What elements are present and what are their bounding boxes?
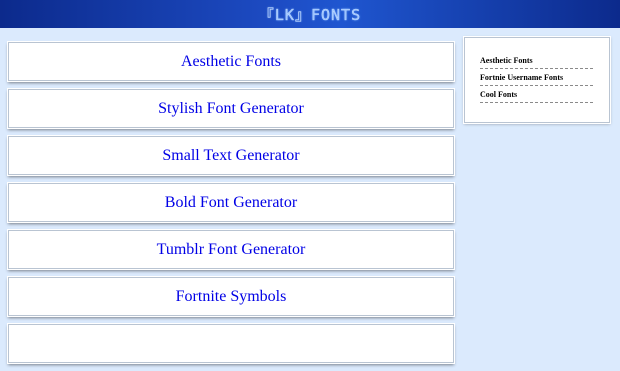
sidebar-links: Aesthetic Fonts Fortnie Username Fonts C… (464, 37, 610, 123)
sidebar-link-cool-fonts[interactable]: Cool Fonts (480, 86, 593, 103)
card-label[interactable]: Aesthetic Fonts (181, 53, 281, 71)
card-tumblr-font-generator[interactable]: Tumblr Font Generator (8, 230, 454, 269)
card-partial[interactable] (8, 324, 454, 363)
font-generator-list: Aesthetic Fonts Stylish Font Generator S… (8, 42, 454, 371)
card-fortnite-symbols[interactable]: Fortnite Symbols (8, 277, 454, 316)
card-aesthetic-fonts[interactable]: Aesthetic Fonts (8, 42, 454, 81)
site-header: 『LK』FONTS (0, 0, 620, 28)
card-label[interactable]: Bold Font Generator (165, 194, 297, 212)
card-bold-font-generator[interactable]: Bold Font Generator (8, 183, 454, 222)
card-stylish-font-generator[interactable]: Stylish Font Generator (8, 89, 454, 128)
sidebar-link-aesthetic-fonts[interactable]: Aesthetic Fonts (480, 52, 593, 69)
card-label[interactable]: Small Text Generator (162, 147, 299, 165)
card-small-text-generator[interactable]: Small Text Generator (8, 136, 454, 175)
card-label[interactable]: Fortnite Symbols (176, 288, 287, 306)
card-label[interactable]: Tumblr Font Generator (157, 241, 306, 259)
site-logo[interactable]: 『LK』FONTS (259, 4, 361, 25)
sidebar-link-fortnite-username-fonts[interactable]: Fortnie Username Fonts (480, 69, 593, 86)
card-label[interactable]: Stylish Font Generator (158, 100, 304, 118)
